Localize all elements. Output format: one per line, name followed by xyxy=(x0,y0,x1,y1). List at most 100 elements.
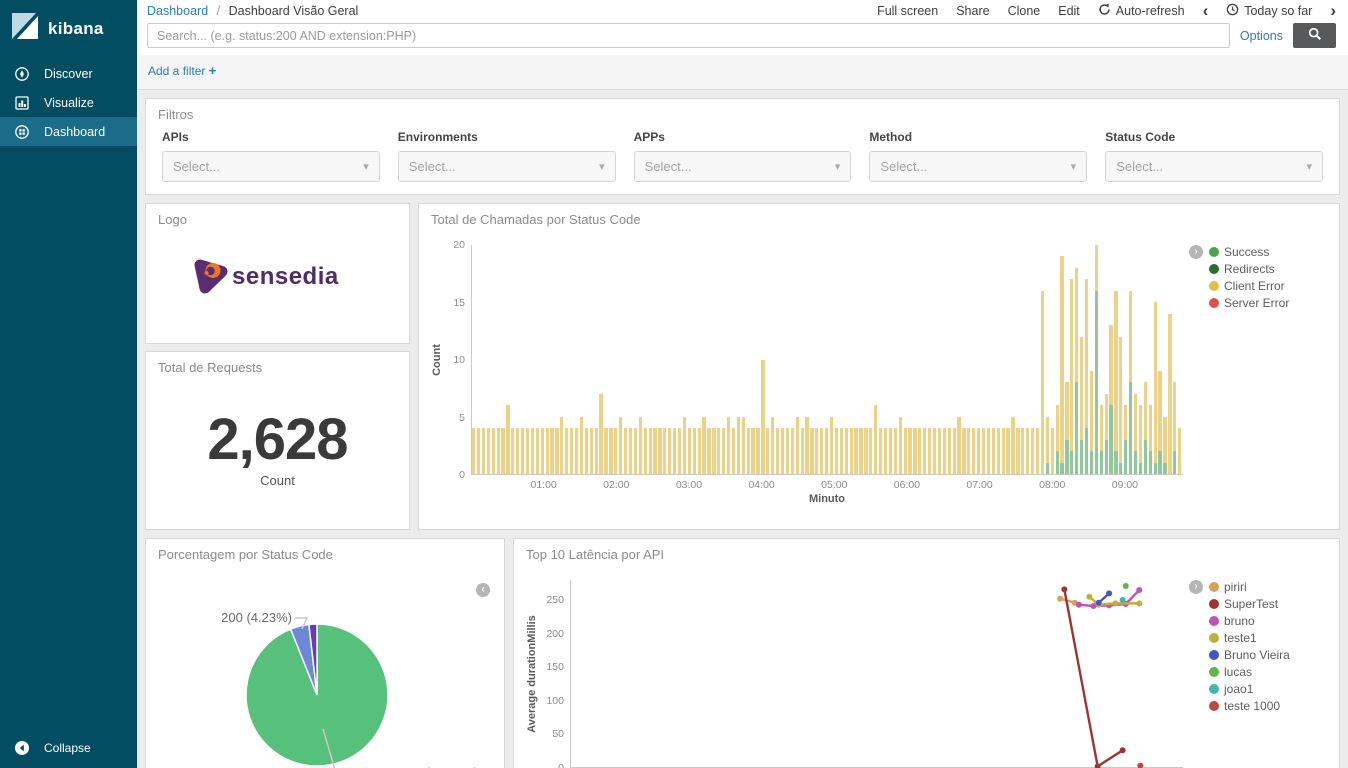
bar-success[interactable] xyxy=(1158,451,1161,474)
share-button[interactable]: Share xyxy=(956,4,989,18)
bar-client-error[interactable] xyxy=(1168,314,1171,474)
bar-client-error[interactable] xyxy=(702,417,705,474)
time-range-button[interactable]: Today so far xyxy=(1226,3,1312,19)
bar-client-error[interactable] xyxy=(604,428,607,474)
bar-client-error[interactable] xyxy=(1026,428,1029,474)
bar-client-error[interactable] xyxy=(482,428,485,474)
bar-client-error[interactable] xyxy=(967,428,970,474)
bar-client-error[interactable] xyxy=(987,428,990,474)
legend-item[interactable]: Client Error xyxy=(1209,279,1289,293)
collapse-button[interactable]: Collapse xyxy=(0,734,137,762)
bar-client-error[interactable] xyxy=(1036,428,1039,474)
bar-client-error[interactable] xyxy=(1114,291,1117,474)
bar-client-error[interactable] xyxy=(953,428,956,474)
bar-client-error[interactable] xyxy=(1119,337,1122,474)
bar-success[interactable] xyxy=(1144,440,1147,474)
bar-client-error[interactable] xyxy=(639,417,642,474)
bar-client-error[interactable] xyxy=(766,428,769,474)
bar-success[interactable] xyxy=(1075,382,1078,474)
bar-client-error[interactable] xyxy=(756,428,759,474)
bar-client-error[interactable] xyxy=(933,428,936,474)
bar-client-error[interactable] xyxy=(972,428,975,474)
bar-client-error[interactable] xyxy=(585,428,588,474)
legend-item[interactable]: lucas xyxy=(1209,665,1290,679)
bar-success[interactable] xyxy=(1105,440,1108,474)
bar-client-error[interactable] xyxy=(805,417,808,474)
bar-client-error[interactable] xyxy=(913,428,916,474)
bar-client-error[interactable] xyxy=(801,428,804,474)
bar-client-error[interactable] xyxy=(590,428,593,474)
bar-success[interactable] xyxy=(1070,451,1073,474)
bar-client-error[interactable] xyxy=(595,428,598,474)
line-point-bruno-vieira[interactable] xyxy=(1106,590,1112,596)
bar-client-error[interactable] xyxy=(653,428,656,474)
legend-item[interactable]: piriri xyxy=(1209,580,1290,594)
bar-client-error[interactable] xyxy=(688,428,691,474)
bar-success[interactable] xyxy=(1124,440,1127,474)
bar-client-error[interactable] xyxy=(580,417,583,474)
line-point-teste1[interactable] xyxy=(1136,600,1142,606)
bar-client-error[interactable] xyxy=(472,428,475,474)
bar-client-error[interactable] xyxy=(497,428,500,474)
bar-client-error[interactable] xyxy=(776,428,779,474)
bar-client-error[interactable] xyxy=(962,428,965,474)
bar-client-error[interactable] xyxy=(555,428,558,474)
bar-client-error[interactable] xyxy=(1051,428,1054,474)
bar-client-error[interactable] xyxy=(506,405,509,474)
bar-client-error[interactable] xyxy=(820,428,823,474)
edit-button[interactable]: Edit xyxy=(1058,4,1080,18)
bar-client-error[interactable] xyxy=(761,360,764,475)
bar-client-error[interactable] xyxy=(501,428,504,474)
bar-client-error[interactable] xyxy=(624,428,627,474)
add-filter-link[interactable]: Add a filter + xyxy=(148,64,216,78)
bar-client-error[interactable] xyxy=(854,428,857,474)
bar-client-error[interactable] xyxy=(1011,417,1014,474)
bar-client-error[interactable] xyxy=(859,428,862,474)
bar-client-error[interactable] xyxy=(1006,428,1009,474)
bar-client-error[interactable] xyxy=(928,428,931,474)
bar-client-error[interactable] xyxy=(678,428,681,474)
bar-client-error[interactable] xyxy=(874,405,877,474)
bar-client-error[interactable] xyxy=(487,428,490,474)
bar-success[interactable] xyxy=(1134,451,1137,474)
bar-success[interactable] xyxy=(1046,463,1049,474)
sidebar-item-visualize[interactable]: Visualize xyxy=(0,88,137,117)
bar-client-error[interactable] xyxy=(619,417,622,474)
legend-item[interactable]: teste 1000 xyxy=(1209,699,1290,713)
bar-success[interactable] xyxy=(1149,451,1152,474)
bar-success[interactable] xyxy=(1109,405,1112,474)
line-point-bruno[interactable] xyxy=(1136,587,1142,593)
bar-client-error[interactable] xyxy=(737,417,740,474)
bar-client-error[interactable] xyxy=(1070,279,1073,474)
bar-client-error[interactable] xyxy=(830,417,833,474)
bar-success[interactable] xyxy=(1060,463,1063,474)
bar-client-error[interactable] xyxy=(840,428,843,474)
bar-client-error[interactable] xyxy=(717,428,720,474)
bar-client-error[interactable] xyxy=(683,417,686,474)
bar-client-error[interactable] xyxy=(712,428,715,474)
auto-refresh-button[interactable]: Auto-refresh xyxy=(1098,3,1185,19)
bar-client-error[interactable] xyxy=(938,428,941,474)
bar-client-error[interactable] xyxy=(521,428,524,474)
bar-success[interactable] xyxy=(1139,463,1142,474)
bar-success[interactable] xyxy=(1090,451,1093,474)
bar-client-error[interactable] xyxy=(923,428,926,474)
bar-client-error[interactable] xyxy=(609,428,612,474)
bar-client-error[interactable] xyxy=(825,428,828,474)
bar-client-error[interactable] xyxy=(977,428,980,474)
bar-client-error[interactable] xyxy=(889,428,892,474)
bar-client-error[interactable] xyxy=(516,428,519,474)
sidebar-item-discover[interactable]: Discover xyxy=(0,59,137,88)
bar-client-error[interactable] xyxy=(546,428,549,474)
bar-client-error[interactable] xyxy=(835,428,838,474)
bar-client-error[interactable] xyxy=(531,428,534,474)
kibana-brand[interactable]: kibana xyxy=(0,0,137,59)
legend-item[interactable]: Server Error xyxy=(1209,296,1289,310)
legend-toggle-icon[interactable]: › xyxy=(1189,245,1203,259)
legend-item[interactable]: SuperTest xyxy=(1209,597,1290,611)
line-point-bruno[interactable] xyxy=(1090,603,1096,609)
time-back-button[interactable]: ‹ xyxy=(1203,5,1209,17)
bar-client-error[interactable] xyxy=(771,417,774,474)
bar-client-error[interactable] xyxy=(751,428,754,474)
bar-client-error[interactable] xyxy=(1041,291,1044,474)
